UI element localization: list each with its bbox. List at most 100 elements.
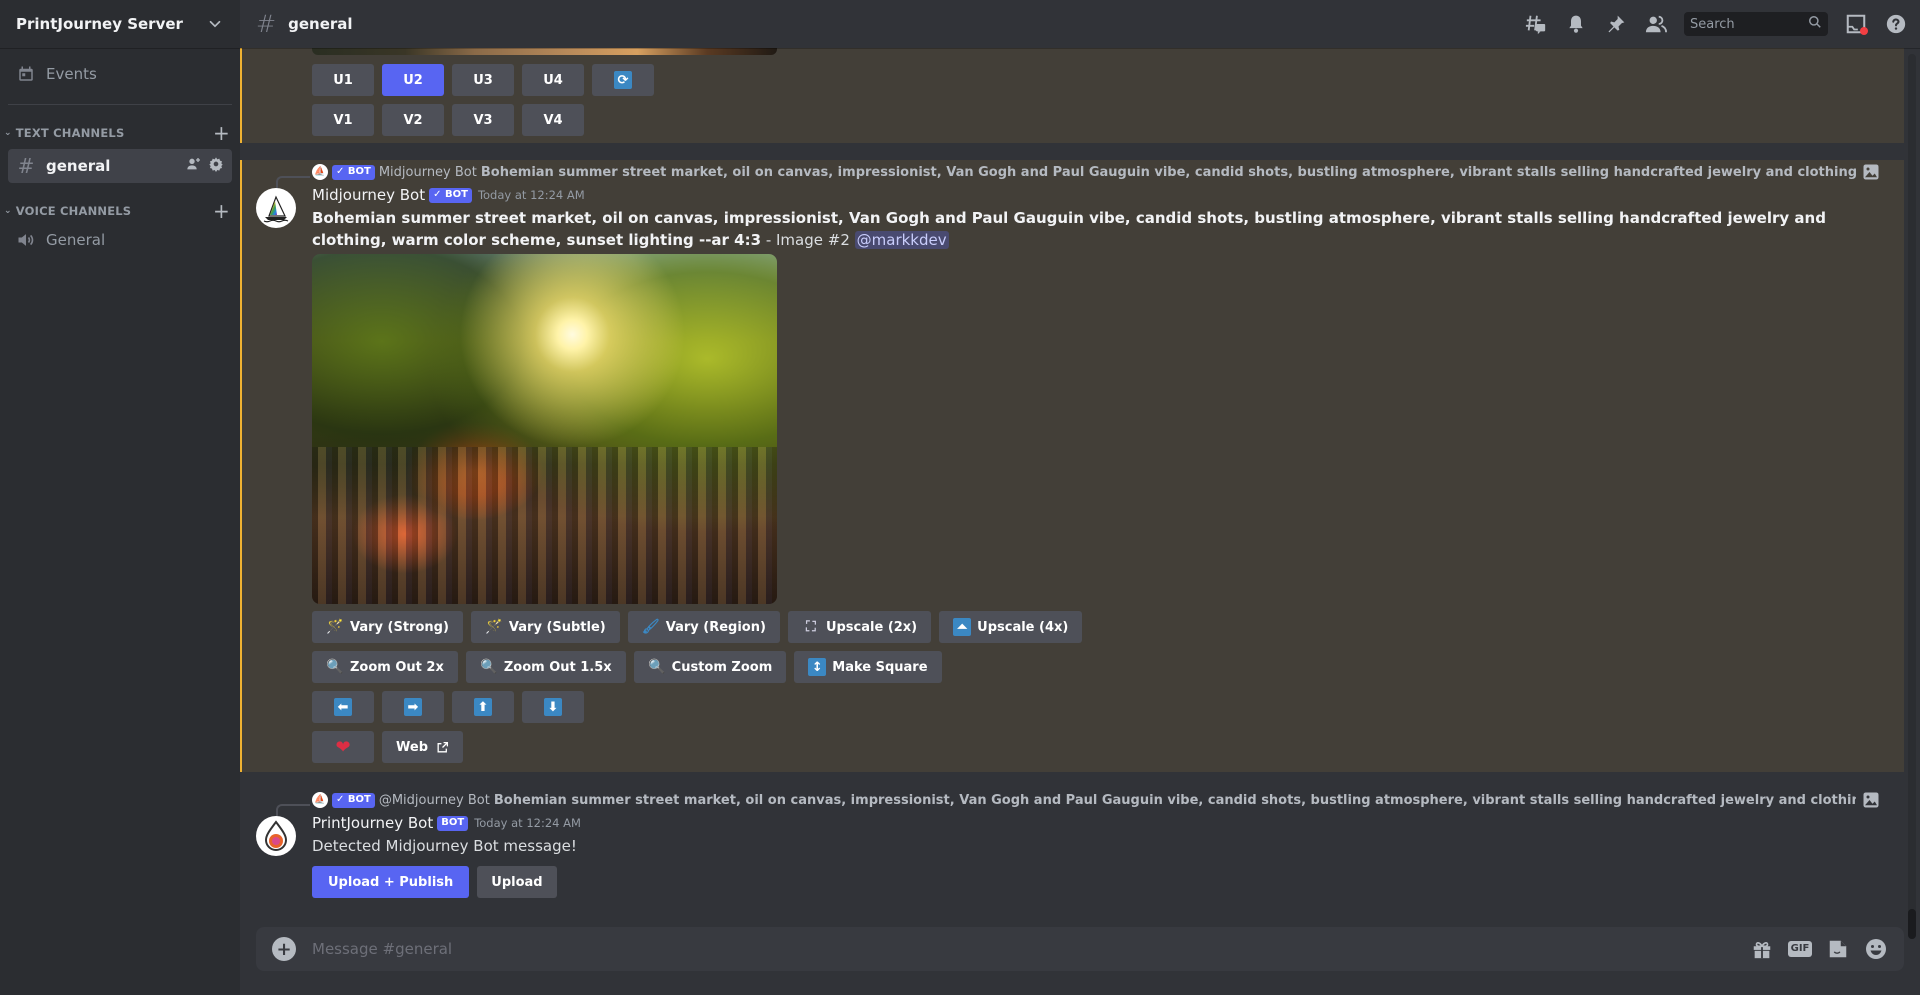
scrollbar[interactable] [1908,54,1916,939]
server-header[interactable]: PrintJourney Server [0,0,240,48]
channel-label: General [46,231,106,249]
web-button[interactable]: Web [382,731,463,763]
u4-button[interactable]: U4 [522,64,584,96]
message-content: Detected Midjourney Bot message! [312,837,577,855]
bot-tag: ✓ BOT [429,187,472,203]
v3-button[interactable]: V3 [452,104,514,136]
reply-preview[interactable]: ⛵ ✓ BOT Midjourney Bot Bohemian summer s… [312,162,1880,182]
threads-icon[interactable] [1524,12,1548,36]
zoom-out-2x-button[interactable]: 🔍 Zoom Out 2x [312,651,458,683]
category-voice-channels[interactable]: ⌄ VOICE CHANNELS + [0,199,240,223]
u2-button[interactable]: U2 [382,64,444,96]
make-square-button[interactable]: ↕ Make Square [794,651,942,683]
arrow-up-icon: ⬆ [474,698,492,716]
author-name[interactable]: PrintJourney Bot [312,814,433,832]
magnifier-icon: 🔍 [326,659,344,675]
button-label: Upscale (2x) [825,619,918,635]
up-down-arrow-icon: ↕ [808,658,827,676]
v2-button[interactable]: V2 [382,104,444,136]
chevron-down-icon: ⌄ [4,128,12,138]
search-input[interactable] [1690,16,1800,32]
server-name: PrintJourney Server [16,15,183,33]
add-attachment-icon[interactable]: + [272,937,296,961]
upload-button[interactable]: Upload [477,866,557,898]
sidebar-item-voice-general[interactable]: General [8,223,232,257]
pan-left-button[interactable]: ⬅ [312,691,374,723]
pan-row: ⬅ ➡ ⬆ ⬇ [312,691,584,723]
calendar-icon [16,64,36,84]
user-mention[interactable]: @markkdev [854,231,949,249]
message-list: U1 U2 U3 U4 ⟳ V1 V2 V3 V4 ⛵ ✓ BOT Midjou… [240,48,1920,995]
button-label: Web [396,739,428,755]
reply-author[interactable]: @Midjourney Bot [379,793,490,808]
create-channel-plus-icon[interactable]: + [213,123,230,143]
help-icon[interactable] [1884,12,1908,36]
favorite-button[interactable]: ❤ [312,731,374,763]
custom-zoom-button[interactable]: 🔍 Custom Zoom [633,651,787,683]
message-content: Bohemian summer street market, oil on ca… [312,207,1850,251]
reroll-button[interactable]: ⟳ [592,64,654,96]
v1-button[interactable]: V1 [312,104,374,136]
upload-publish-button[interactable]: Upload + Publish [312,866,470,898]
reply-preview[interactable]: ⛵ ✓ BOT @Midjourney Bot Bohemian summer … [312,790,1880,810]
printjourney-avatar[interactable] [256,816,296,856]
upscale-button-row: U1 U2 U3 U4 ⟳ [312,64,654,96]
channel-label: general [46,157,111,175]
chevron-down-icon [206,15,224,33]
midjourney-avatar[interactable] [256,188,296,228]
double-up-arrow-icon: ⏶ [953,618,972,636]
search-box[interactable] [1684,12,1828,36]
chevron-down-icon: ⌄ [4,206,12,216]
vary-subtle-button[interactable]: 🪄 Vary (Subtle) [470,611,620,643]
u3-button[interactable]: U3 [452,64,514,96]
button-label: Zoom Out 1.5x [503,659,612,675]
members-icon[interactable] [1644,12,1668,36]
bot-tag: ✓ BOT [332,164,375,180]
reply-author[interactable]: Midjourney Bot [379,165,477,180]
sidebar-item-general[interactable]: # general [8,149,232,183]
midjourney-avatar-small: ⛵ [312,164,328,180]
pin-icon[interactable] [1604,12,1628,36]
magic-wand-icon: 🪄 [485,619,503,635]
invite-icon[interactable] [186,156,202,176]
bell-icon[interactable] [1564,12,1588,36]
arrow-left-icon: ⬅ [334,698,352,716]
pan-right-button[interactable]: ➡ [382,691,444,723]
category-text-channels[interactable]: ⌄ TEXT CHANNELS + [0,121,240,145]
bot-tag: BOT [437,815,469,831]
sticker-icon[interactable] [1826,937,1850,961]
upscale-4x-button[interactable]: ⏶ Upscale (4x) [939,611,1083,643]
pan-up-button[interactable]: ⬆ [452,691,514,723]
gif-label: GIF [1787,941,1813,957]
pan-down-button[interactable]: ⬇ [522,691,584,723]
generated-image[interactable] [312,254,777,604]
inbox-icon[interactable] [1844,12,1868,36]
u1-button[interactable]: U1 [312,64,374,96]
v4-button[interactable]: V4 [522,104,584,136]
category-label: VOICE CHANNELS [15,204,132,218]
sidebar-item-events[interactable]: Events [8,57,232,91]
speaker-icon [16,230,36,250]
external-link-icon [436,741,449,754]
gift-icon[interactable] [1750,937,1774,961]
sidebar-divider [8,104,232,105]
reply-text: Bohemian summer street market, oil on ca… [493,792,1856,808]
magnifier-icon: 🔍 [647,659,666,675]
button-label: Make Square [832,659,928,675]
message-header: PrintJourney Bot BOT Today at 12:24 AM [312,812,581,834]
gear-icon[interactable] [208,156,224,176]
vary-region-button[interactable]: 🖌 Vary (Region) [627,611,780,643]
zoom-out-1-5x-button[interactable]: 🔍 Zoom Out 1.5x [465,651,626,683]
previous-image[interactable] [312,48,777,55]
author-name[interactable]: Midjourney Bot [312,186,425,204]
gif-icon[interactable]: GIF [1787,937,1813,961]
expand-icon: ⛶ [806,619,816,635]
scrollbar-thumb[interactable] [1908,909,1916,939]
create-channel-plus-icon[interactable]: + [213,201,230,221]
upscale-2x-button[interactable]: ⛶ Upscale (2x) [787,611,932,643]
channel-sidebar: PrintJourney Server Events ⌄ TEXT CHANNE… [0,0,240,995]
category-label: TEXT CHANNELS [15,126,125,140]
vary-strong-button[interactable]: 🪄 Vary (Strong) [312,611,463,643]
message-input[interactable] [312,940,1750,958]
emoji-icon[interactable] [1864,937,1888,961]
